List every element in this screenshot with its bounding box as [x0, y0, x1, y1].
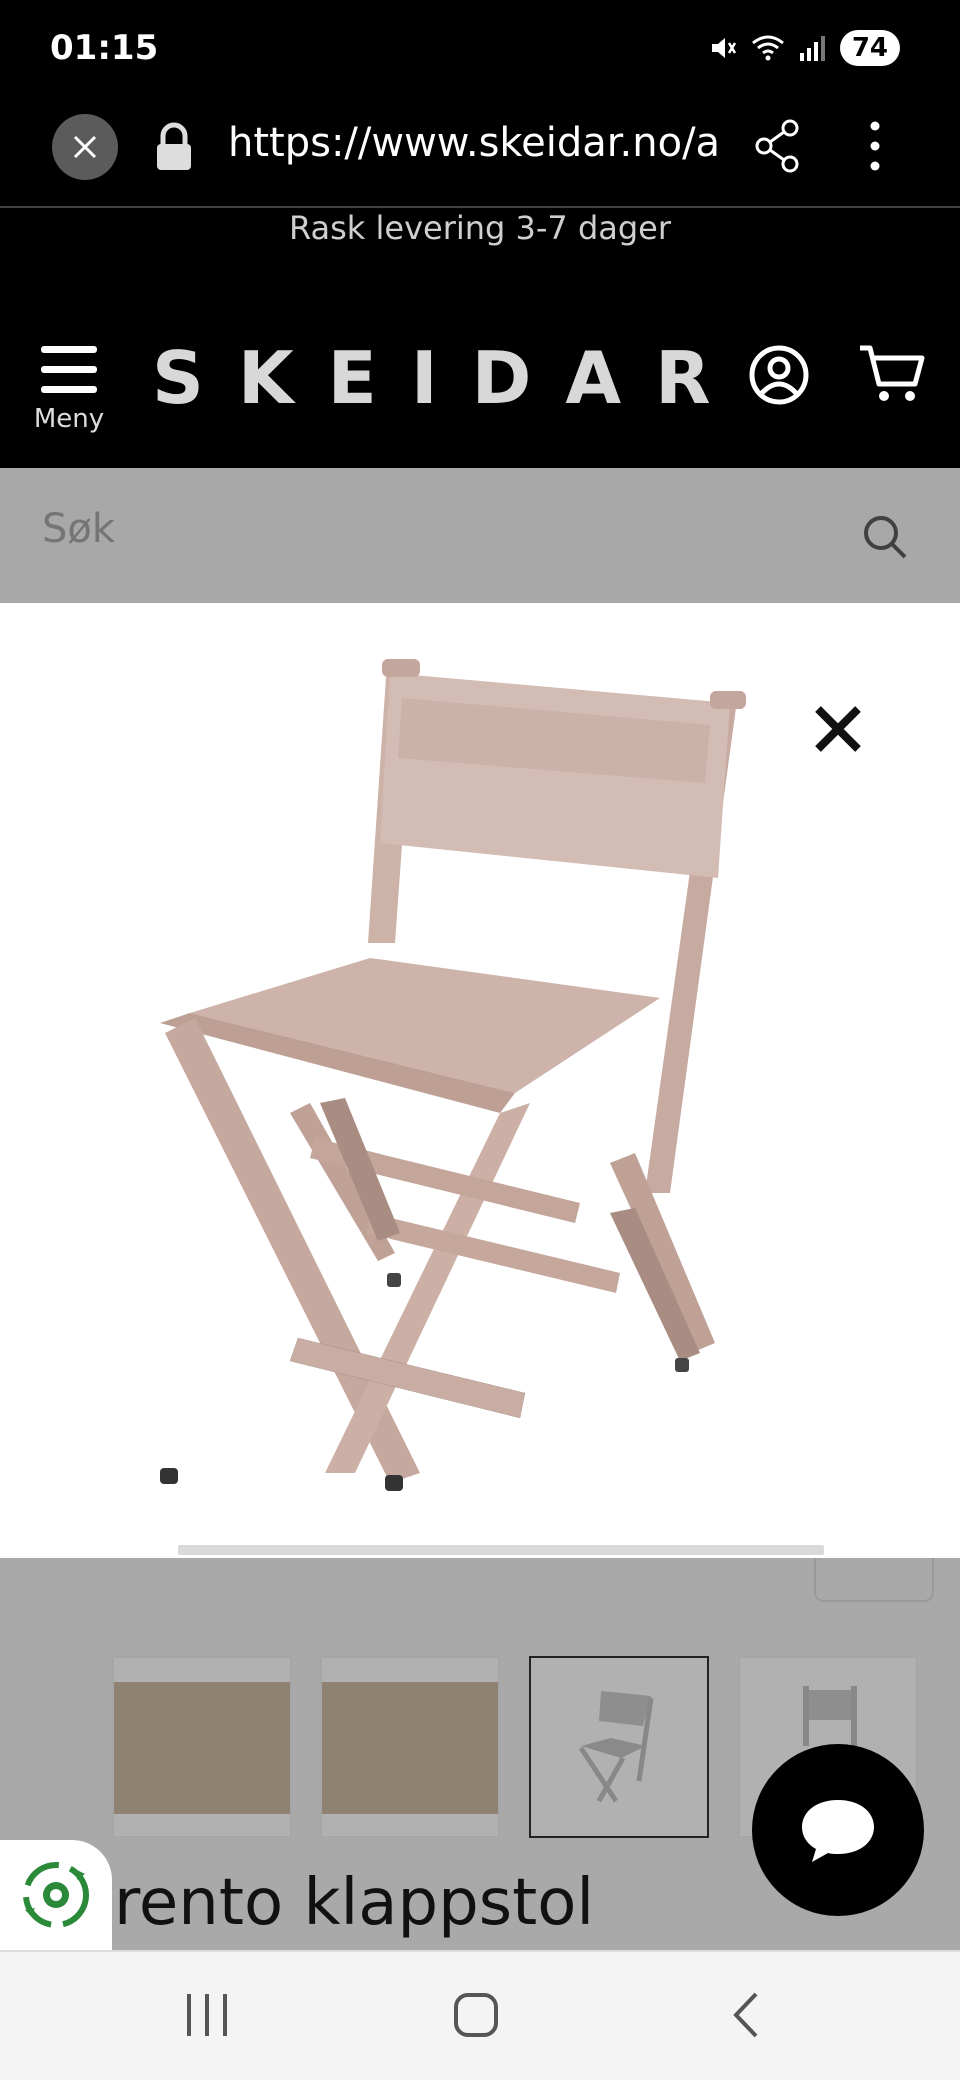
wifi-icon	[751, 35, 784, 61]
url-bar[interactable]: https://www.skeidar.no/al	[228, 120, 718, 166]
share-icon[interactable]	[752, 118, 804, 174]
recent-apps-icon[interactable]	[185, 1990, 229, 2040]
eco-badge[interactable]	[0, 1840, 112, 1950]
home-icon[interactable]	[452, 1990, 500, 2040]
back-icon[interactable]	[728, 1990, 764, 2040]
status-icons: 74	[708, 30, 900, 66]
chair-thumbnail-icon	[578, 1691, 654, 1803]
thumbnail-1[interactable]	[112, 1656, 292, 1838]
promo-banner: Rask levering 3-7 dager	[288, 209, 672, 247]
page-overlay: rento klappstol	[0, 1558, 960, 1950]
close-tab-button[interactable]	[52, 114, 118, 180]
search-bar	[0, 468, 960, 603]
zoom-button	[814, 1558, 934, 1602]
close-icon	[73, 135, 97, 159]
thumbnail-3[interactable]	[529, 1656, 709, 1838]
browser-toolbar: https://www.skeidar.no/al	[0, 100, 960, 208]
product-title: rento klappstol	[114, 1866, 595, 1940]
thumbnail-image	[114, 1682, 290, 1814]
menu-button[interactable]: Meny	[30, 344, 108, 434]
signal-icon	[799, 36, 825, 61]
status-time: 01:15	[50, 28, 159, 68]
search-icon[interactable]	[862, 514, 908, 560]
chair-thumbnail-icon	[803, 1686, 857, 1746]
image-viewer	[0, 603, 960, 1558]
recycle-icon	[23, 1862, 89, 1928]
mute-icon	[711, 38, 736, 58]
site-header: Meny SKEIDAR	[0, 268, 960, 468]
chat-bubble-icon	[802, 1800, 874, 1862]
menu-label: Meny	[33, 404, 105, 434]
battery-icon: 74	[839, 30, 900, 66]
more-icon[interactable]	[855, 118, 895, 174]
cart-icon[interactable]	[858, 342, 926, 406]
account-icon[interactable]	[748, 344, 810, 406]
product-image[interactable]	[140, 633, 760, 1533]
thumbnail-image	[322, 1682, 498, 1814]
chat-button[interactable]	[752, 1744, 924, 1916]
status-bar: 01:15 74	[0, 0, 960, 100]
site-logo[interactable]: SKEIDAR	[152, 336, 745, 420]
hamburger-icon	[41, 346, 97, 393]
search-input[interactable]	[42, 506, 822, 552]
image-scrollbar[interactable]	[178, 1545, 824, 1555]
close-icon[interactable]	[812, 703, 864, 755]
thumbnail-2[interactable]	[320, 1656, 500, 1838]
system-nav-bar	[0, 1950, 960, 2080]
lock-icon[interactable]	[152, 122, 196, 174]
